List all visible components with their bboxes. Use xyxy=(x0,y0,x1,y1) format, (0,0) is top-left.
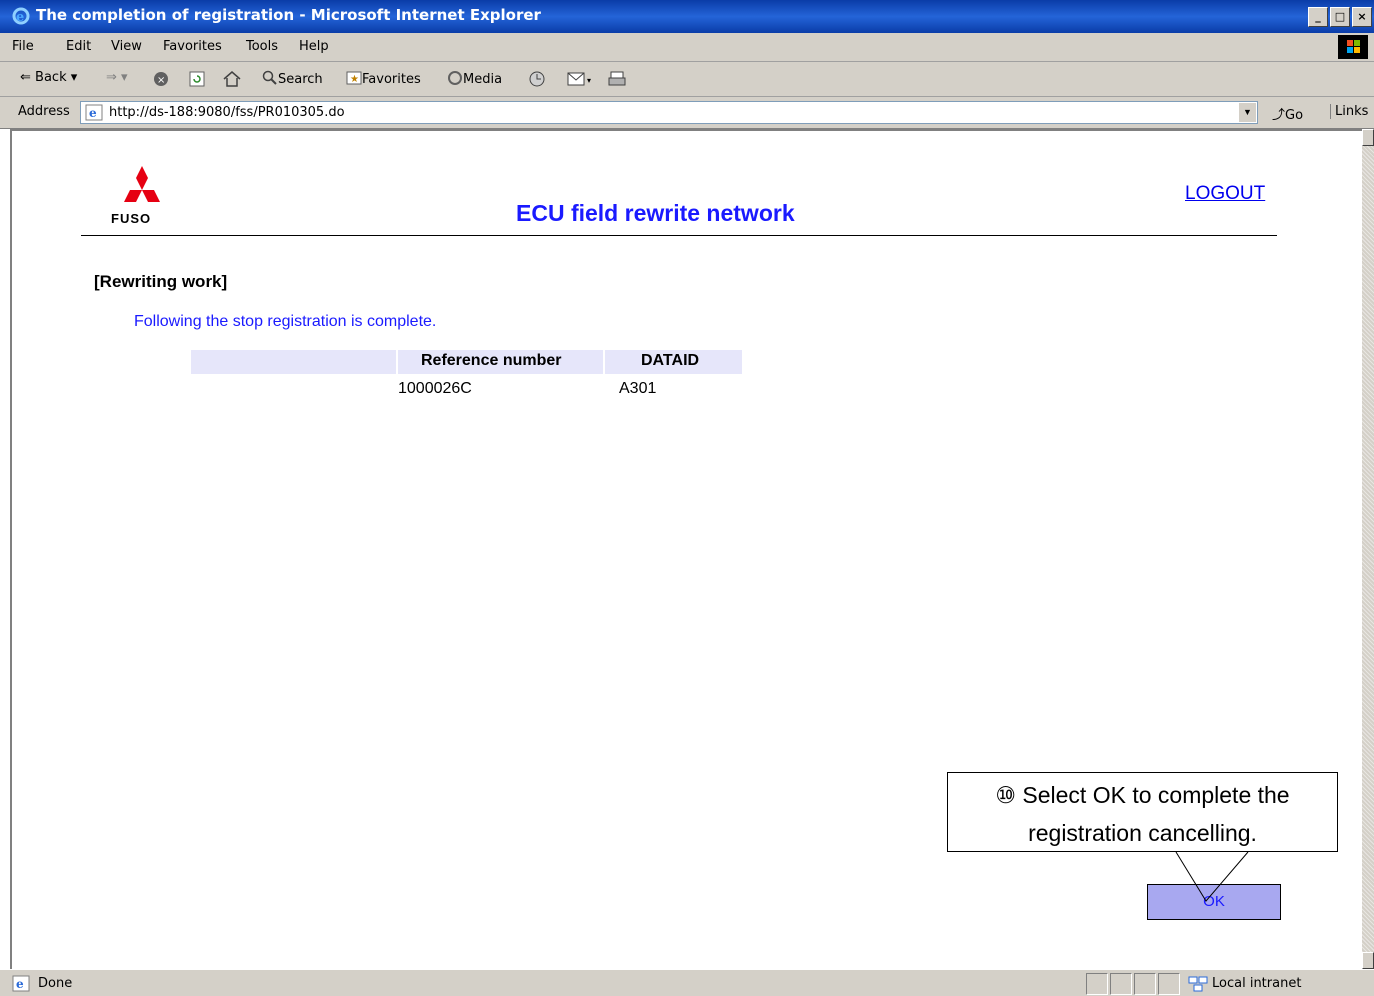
print-icon[interactable] xyxy=(607,70,627,93)
instruction-callout: ⑩ Select OK to complete the registration… xyxy=(947,772,1338,852)
favorites-button[interactable]: ★ Favorites xyxy=(346,70,421,87)
media-label: Media xyxy=(463,72,503,87)
favorites-label: Favorites xyxy=(362,72,421,87)
address-url: http://ds-188:9080/fss/PR010305.do xyxy=(109,105,345,120)
table-header-reference: Reference number xyxy=(398,350,603,374)
windows-logo-icon xyxy=(1338,35,1368,59)
logout-link[interactable]: LOGOUT xyxy=(1185,183,1265,205)
page-icon: e xyxy=(85,104,103,121)
table-header-dataid: DATAID xyxy=(605,350,742,374)
refresh-icon[interactable] xyxy=(188,70,206,93)
favorites-icon: ★ xyxy=(346,71,362,85)
scroll-up-button[interactable] xyxy=(1362,129,1374,146)
window-title: The completion of registration - Microso… xyxy=(36,6,541,24)
svg-text:e: e xyxy=(89,106,97,120)
svg-text:e: e xyxy=(16,977,24,991)
svg-text:×: × xyxy=(157,75,165,86)
media-icon xyxy=(448,71,462,85)
search-icon xyxy=(262,70,277,85)
status-cell xyxy=(1158,973,1180,995)
column-reference-number: Reference number xyxy=(421,352,562,369)
cell-dataid: A301 xyxy=(619,380,657,397)
go-arrow-icon: ⤴ xyxy=(1272,108,1286,123)
column-dataid: DATAID xyxy=(641,352,700,369)
links-button[interactable]: Links xyxy=(1330,104,1368,119)
forward-button[interactable]: ⇒ ▾ xyxy=(106,70,128,85)
close-button[interactable]: × xyxy=(1352,7,1372,27)
page-done-icon: e xyxy=(12,975,30,992)
status-cell xyxy=(1110,973,1132,995)
back-button[interactable]: ⇐ Back ▾ xyxy=(20,70,77,85)
status-text: Done xyxy=(38,976,73,991)
maximize-button[interactable]: □ xyxy=(1330,7,1350,27)
stop-icon[interactable]: × xyxy=(152,70,170,93)
home-icon[interactable] xyxy=(222,70,242,93)
address-field[interactable]: e http://ds-188:9080/fss/PR010305.do ▼ xyxy=(80,101,1258,124)
vertical-scrollbar[interactable] xyxy=(1362,129,1374,969)
history-icon[interactable] xyxy=(527,70,547,93)
ie-icon: e xyxy=(12,7,30,25)
callout-line-2: registration cancelling. xyxy=(1028,820,1257,846)
table-header-blank xyxy=(191,350,396,374)
menu-help[interactable]: Help xyxy=(299,39,329,54)
header-divider xyxy=(81,235,1277,236)
intranet-zone-icon xyxy=(1188,976,1208,992)
search-button[interactable]: Search xyxy=(262,70,323,87)
menu-bar: File Edit View Favorites Tools Help xyxy=(0,33,1374,62)
minimize-button[interactable]: _ xyxy=(1308,7,1328,27)
go-label: Go xyxy=(1285,108,1304,123)
menu-favorites[interactable]: Favorites xyxy=(163,39,222,54)
status-cell xyxy=(1086,973,1108,995)
scroll-down-button[interactable] xyxy=(1362,952,1374,969)
svg-text:e: e xyxy=(16,10,24,25)
address-dropdown[interactable]: ▼ xyxy=(1238,103,1256,122)
logo-text: FUSO xyxy=(111,211,152,226)
security-zone-label: Local intranet xyxy=(1212,976,1302,991)
go-button[interactable]: ⤴Go xyxy=(1272,104,1303,123)
back-label: Back xyxy=(35,70,67,85)
mail-icon[interactable]: ▾ xyxy=(567,70,595,93)
status-message: Following the stop registration is compl… xyxy=(134,313,437,330)
section-title: [Rewriting work] xyxy=(94,272,228,291)
callout-line-1: ⑩ Select OK to complete the xyxy=(995,782,1290,808)
address-label: Address xyxy=(18,104,70,119)
status-cell xyxy=(1134,973,1156,995)
menu-view[interactable]: View xyxy=(111,39,142,54)
status-bar: e Done Local intranet xyxy=(0,969,1374,996)
search-label: Search xyxy=(278,72,323,87)
page-title: ECU field rewrite network xyxy=(516,200,795,226)
svg-text:★: ★ xyxy=(350,74,359,85)
menu-edit[interactable]: Edit xyxy=(66,39,91,54)
standard-toolbar: ⇐ Back ▾ ⇒ ▾ × Search ★ Favorites Media ▾ xyxy=(0,62,1374,97)
menu-file[interactable]: File xyxy=(12,39,34,54)
address-bar: Address e http://ds-188:9080/fss/PR01030… xyxy=(0,97,1374,129)
cell-reference-number: 1000026C xyxy=(398,380,472,397)
menu-tools[interactable]: Tools xyxy=(246,39,278,54)
media-button[interactable]: Media xyxy=(447,70,502,87)
svg-text:▾: ▾ xyxy=(587,76,591,85)
ok-button[interactable]: OK xyxy=(1147,884,1281,920)
